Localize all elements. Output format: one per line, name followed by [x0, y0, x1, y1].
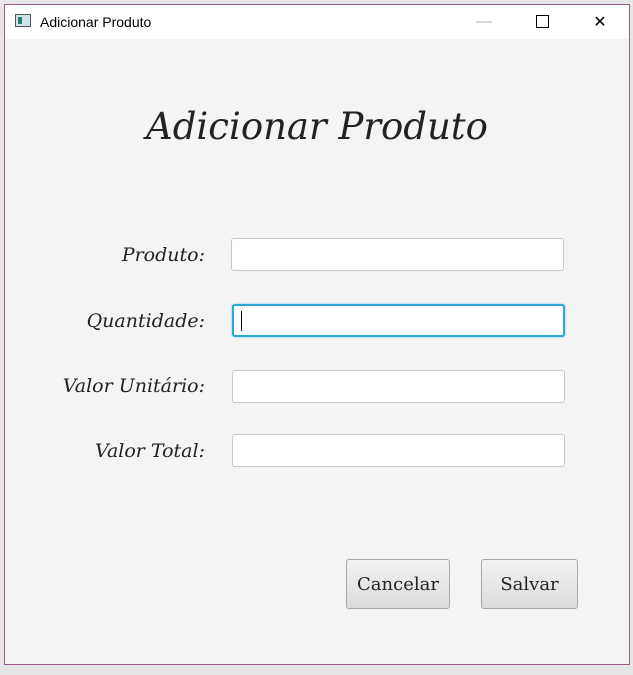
valor-total-label: Valor Total:	[94, 440, 205, 462]
title-bar: Adicionar Produto — ✕	[5, 5, 629, 39]
valor-unitario-input[interactable]	[232, 370, 565, 403]
window-title: Adicionar Produto	[40, 14, 152, 30]
page-title: Adicionar Produto	[146, 105, 488, 148]
valor-unitario-label: Valor Unitário:	[62, 375, 205, 397]
minimize-button[interactable]: —	[455, 5, 513, 38]
save-button[interactable]: Salvar	[481, 559, 578, 609]
close-icon: ✕	[593, 13, 607, 31]
produto-label: Produto:	[121, 244, 205, 266]
close-button[interactable]: ✕	[571, 5, 629, 38]
text-caret	[241, 311, 242, 331]
app-icon	[15, 14, 31, 27]
quantidade-label: Quantidade:	[86, 310, 205, 332]
maximize-icon	[535, 15, 549, 28]
quantidade-input[interactable]	[232, 304, 565, 337]
produto-input[interactable]	[231, 238, 564, 271]
dialog-window: Adicionar Produto — ✕ Adicionar Produto …	[4, 4, 630, 665]
valor-total-input[interactable]	[232, 434, 565, 467]
cancel-button[interactable]: Cancelar	[346, 559, 450, 609]
maximize-button[interactable]	[513, 5, 571, 38]
minimize-icon: —	[476, 12, 492, 30]
